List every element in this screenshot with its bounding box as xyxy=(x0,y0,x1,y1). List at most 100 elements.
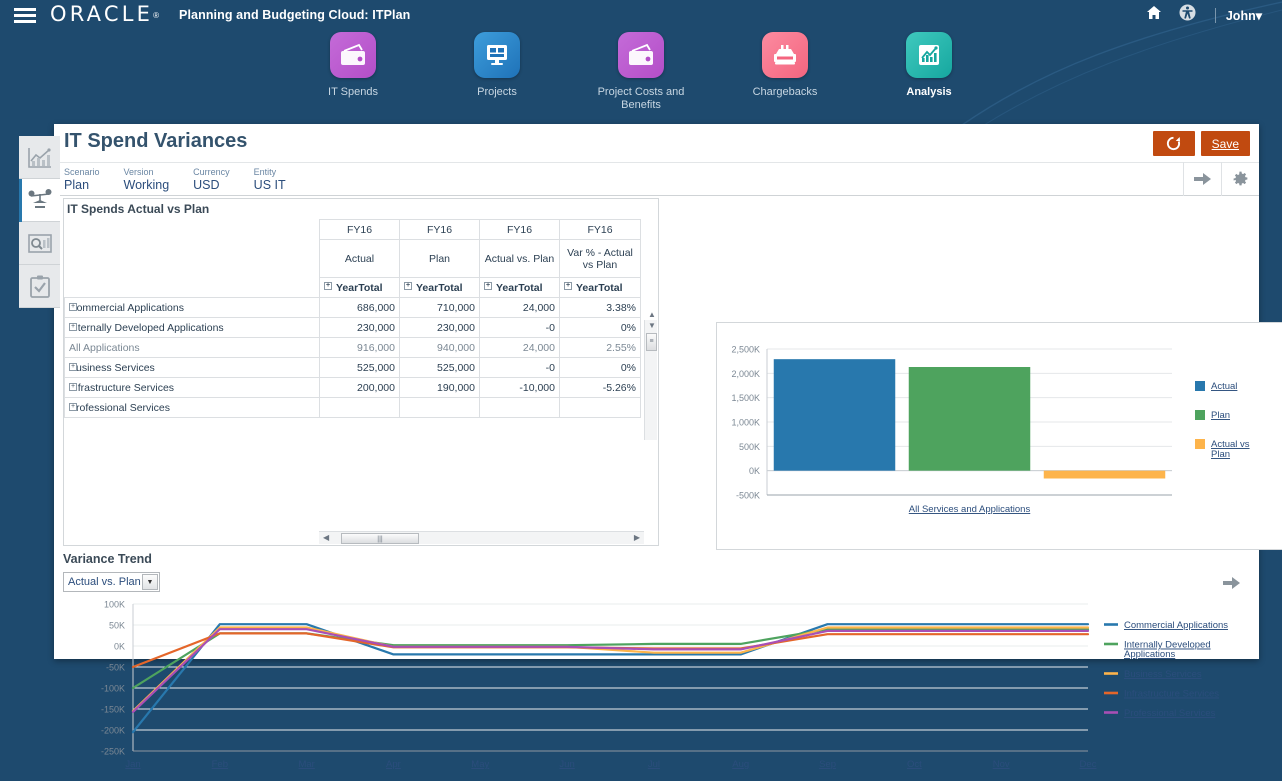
pov-entity[interactable]: EntityUS IT xyxy=(244,167,286,192)
bar-actual-vs-plan[interactable] xyxy=(1044,471,1166,479)
grid-row-label[interactable]: +Internally Developed Applications xyxy=(65,318,320,338)
home-icon[interactable] xyxy=(1137,5,1171,25)
line-x-tick[interactable]: May xyxy=(471,759,489,770)
line-x-tick[interactable]: Feb xyxy=(212,759,228,770)
expand-icon[interactable]: + xyxy=(69,383,77,391)
grid-row-label[interactable]: All Applications xyxy=(65,338,320,358)
variance-rail-icon[interactable] xyxy=(19,179,60,222)
grid-year-header[interactable]: FY16 xyxy=(480,220,560,240)
grid-year-header[interactable]: FY16 xyxy=(400,220,480,240)
grid-cell[interactable]: -0 xyxy=(480,318,560,338)
table-row[interactable]: +Infrastructure Services200,000190,000-1… xyxy=(65,378,641,398)
grid-horizontal-scrollbar[interactable]: ◀ ||| ▶ xyxy=(319,531,644,544)
report-rail-icon[interactable] xyxy=(19,222,60,265)
legend-label[interactable]: Business Services xyxy=(1124,669,1202,680)
refresh-button[interactable] xyxy=(1153,131,1195,156)
grid-cell[interactable] xyxy=(400,398,480,418)
scroll-left-arrow[interactable]: ◀ xyxy=(323,533,329,542)
grid-measure-header[interactable]: Actual xyxy=(320,240,400,278)
line-series-internally-developed-applications[interactable] xyxy=(133,629,1088,688)
grid-cell[interactable] xyxy=(560,398,641,418)
spend-grid[interactable]: FY16FY16FY16FY16 ActualPlanActual vs. Pl… xyxy=(64,219,641,418)
analysis-rail-icon[interactable] xyxy=(19,136,60,179)
expand-icon[interactable]: + xyxy=(564,282,572,290)
grid-cell[interactable]: 230,000 xyxy=(320,318,400,338)
expand-icon[interactable]: + xyxy=(404,282,412,290)
grid-cell[interactable]: 24,000 xyxy=(480,298,560,318)
grid-period-header[interactable]: +YearTotal xyxy=(480,278,560,298)
grid-cell[interactable]: 190,000 xyxy=(400,378,480,398)
grid-cell[interactable] xyxy=(480,398,560,418)
it-spends-actual-vs-plan-bar-chart[interactable]: -500K0K500K1,000K1,500K2,000K2,500KAll S… xyxy=(717,323,1282,549)
scroll-right-arrow[interactable]: ▶ xyxy=(634,533,640,542)
scroll-up-arrow[interactable]: ▲ xyxy=(648,310,656,319)
expand-icon[interactable]: + xyxy=(69,403,77,411)
bar-actual[interactable] xyxy=(774,359,896,470)
grid-row-label[interactable]: +Commercial Applications xyxy=(65,298,320,318)
nav-card-chargebacks[interactable]: Chargebacks xyxy=(735,32,835,124)
legend-label[interactable]: Applications xyxy=(1124,649,1175,660)
grid-cell[interactable]: 3.38% xyxy=(560,298,641,318)
grid-row-label[interactable]: +Infrastructure Services xyxy=(65,378,320,398)
line-x-tick[interactable]: Sep xyxy=(819,759,836,770)
expand-icon[interactable]: + xyxy=(69,303,77,311)
grid-cell[interactable]: -0 xyxy=(480,358,560,378)
pov-scenario[interactable]: ScenarioPlan xyxy=(54,167,100,192)
grid-row-label[interactable]: +Professional Services xyxy=(65,398,320,418)
legend-label[interactable]: Professional Services xyxy=(1124,708,1216,719)
table-row[interactable]: +Commercial Applications686,000710,00024… xyxy=(65,298,641,318)
accessibility-icon[interactable] xyxy=(1171,4,1205,26)
grid-cell[interactable]: 525,000 xyxy=(320,358,400,378)
grid-cell[interactable]: -5.26% xyxy=(560,378,641,398)
table-row[interactable]: All Applications916,000940,00024,0002.55… xyxy=(65,338,641,358)
approvals-rail-icon[interactable] xyxy=(19,265,60,308)
grid-year-header[interactable]: FY16 xyxy=(320,220,400,240)
grid-cell[interactable]: 940,000 xyxy=(400,338,480,358)
expand-icon[interactable]: + xyxy=(484,282,492,290)
grid-cell[interactable]: 24,000 xyxy=(480,338,560,358)
grid-period-header[interactable]: +YearTotal xyxy=(320,278,400,298)
grid-cell[interactable]: 2.55% xyxy=(560,338,641,358)
grid-cell[interactable]: 0% xyxy=(560,318,641,338)
scroll-down-arrow[interactable]: ▼ xyxy=(648,321,656,442)
line-x-tick[interactable]: Oct xyxy=(907,759,922,770)
grid-cell[interactable]: 710,000 xyxy=(400,298,480,318)
pov-currency[interactable]: CurrencyUSD xyxy=(183,167,230,192)
grid-vertical-scrollbar[interactable]: ▲ ≡ ▼ xyxy=(644,320,657,440)
grid-period-header[interactable]: +YearTotal xyxy=(400,278,480,298)
line-series-commercial-applications[interactable] xyxy=(133,624,1088,732)
grid-cell[interactable]: 525,000 xyxy=(400,358,480,378)
line-x-tick[interactable]: Jan xyxy=(125,759,140,770)
variance-trend-line-chart[interactable]: -250K-200K-150K-100K-50K0K50K100KJanFebM… xyxy=(58,596,1254,781)
variance-trend-expand-button[interactable] xyxy=(1220,572,1244,594)
grid-cell[interactable] xyxy=(320,398,400,418)
grid-year-header[interactable]: FY16 xyxy=(560,220,641,240)
nav-card-analysis[interactable]: Analysis xyxy=(879,32,979,124)
nav-card-projects[interactable]: Projects xyxy=(447,32,547,124)
grid-cell[interactable]: 686,000 xyxy=(320,298,400,318)
pov-version[interactable]: VersionWorking xyxy=(114,167,170,192)
bar-plan[interactable] xyxy=(909,367,1031,471)
grid-cell[interactable]: -10,000 xyxy=(480,378,560,398)
legend-label[interactable]: Infrastructure Services xyxy=(1124,689,1219,700)
line-series-professional-services[interactable] xyxy=(133,629,1088,712)
line-x-tick[interactable]: Aug xyxy=(732,759,749,770)
grid-cell[interactable]: 200,000 xyxy=(320,378,400,398)
line-x-tick[interactable]: Jun xyxy=(559,759,574,770)
line-x-tick[interactable]: Jul xyxy=(648,759,660,770)
grid-measure-header[interactable]: Plan xyxy=(400,240,480,278)
grid-row-label[interactable]: +Business Services xyxy=(65,358,320,378)
grid-measure-header[interactable]: Var % - Actual vs Plan xyxy=(560,240,641,278)
expand-icon[interactable]: + xyxy=(69,323,77,331)
go-arrow-icon[interactable] xyxy=(1183,162,1221,196)
legend-label[interactable]: Plan xyxy=(1211,449,1230,460)
grid-measure-header[interactable]: Actual vs. Plan xyxy=(480,240,560,278)
legend-label[interactable]: Plan xyxy=(1211,410,1230,421)
grid-cell[interactable]: 916,000 xyxy=(320,338,400,358)
legend-label[interactable]: Commercial Applications xyxy=(1124,620,1228,631)
chevron-down-icon[interactable]: ▼ xyxy=(142,574,158,590)
user-menu[interactable]: John▾ xyxy=(1226,8,1268,23)
table-row[interactable]: +Business Services525,000525,000-00% xyxy=(65,358,641,378)
line-x-tick[interactable]: Mar xyxy=(298,759,314,770)
line-x-tick[interactable]: Apr xyxy=(386,759,401,770)
